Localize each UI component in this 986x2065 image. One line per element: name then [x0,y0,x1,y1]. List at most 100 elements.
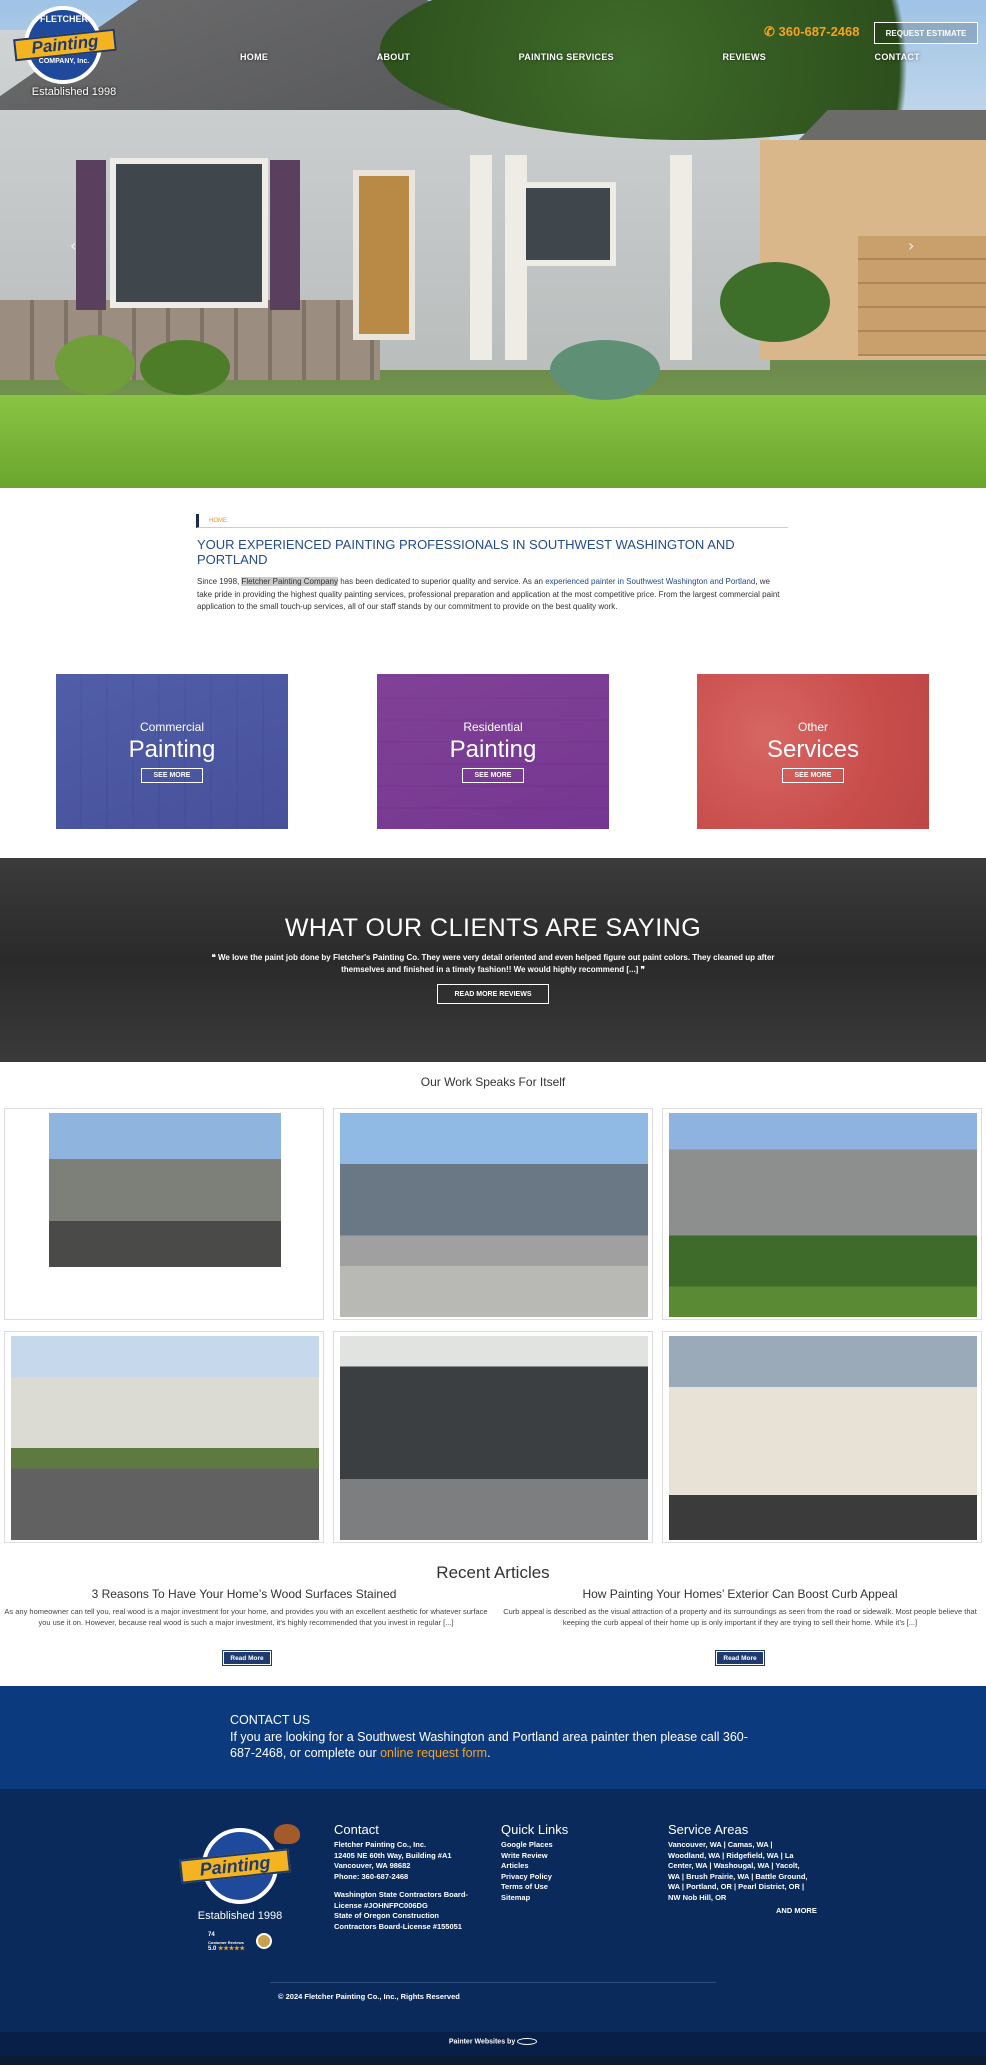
tile-title: Painting [449,736,537,763]
tile-title: Services [766,736,860,763]
slider-next-icon[interactable]: › [908,236,914,255]
gallery-card[interactable] [662,1108,982,1320]
nav-item-reviews[interactable]: REVIEWS [722,52,766,62]
copyright: © 2024 Fletcher Painting Co., Inc., Righ… [278,1992,460,2001]
service-area-line[interactable]: WA | Brush Prairie, WA | Battle Ground, [668,1872,828,1883]
gallery-photo-townhouses [11,1336,319,1540]
hero-column [470,155,492,360]
footer-service-areas: Vancouver, WA | Camas, WA | Woodland, WA… [668,1840,828,1903]
testimonials-heading: WHAT OUR CLIENTS ARE SAYING [284,914,702,942]
license-line: Contractors Board-License #155051 [334,1921,462,1931]
footer-link-articles[interactable]: Articles [501,1861,621,1872]
license-line: State of Oregon Construction [334,1911,439,1920]
hero-window [520,182,616,266]
contact-line: Vancouver, WA 98682 [334,1861,411,1870]
breadcrumb[interactable]: HOME [196,514,788,528]
footer-link-write-review[interactable]: Write Review [501,1851,621,1862]
license-line: License #JOHNFPC006DG [334,1900,428,1910]
service-area-line[interactable]: Center, WA | Washougal, WA | Yacolt, [668,1861,828,1872]
contact-line[interactable]: Phone: 360-687-2468 [334,1872,484,1883]
tile-label: Commercial [139,720,204,734]
service-tile-other[interactable]: Other Services SEE MORE [697,674,929,829]
gallery-heading: Our Work Speaks For Itself [420,1075,566,1089]
article-excerpt: Curb appeal is described as the visual a… [503,1607,977,1627]
gallery-card[interactable] [4,1331,324,1543]
powered-by[interactable]: Painter Websites by [0,2038,986,2045]
hero-shutter [270,160,300,310]
request-estimate-button[interactable]: REQUEST ESTIMATE [874,22,978,44]
see-more-button[interactable]: SEE MORE [140,768,204,783]
footer-contact-heading: Contact [334,1822,379,1837]
tile-label: Residential [463,720,523,734]
main-nav: HOME ABOUT PAINTING SERVICES REVIEWS CON… [240,52,920,62]
gallery-photo-house-garage [340,1113,648,1317]
footer-quick-links: Google Places Write Review Articles Priv… [501,1840,621,1903]
hero-window [110,158,268,308]
footer-link-privacy-policy[interactable]: Privacy Policy [501,1872,621,1883]
hero-bush [55,335,135,395]
hero-bush [140,340,230,395]
read-more-button[interactable]: Read More [222,1650,272,1666]
footer-logo[interactable]: Painting [179,1824,300,1918]
nav-item-painting-services[interactable]: PAINTING SERVICES [519,52,614,62]
footer [0,1789,986,2041]
footer-link-google-places[interactable]: Google Places [501,1840,621,1851]
kiwi-bird-icon [274,1824,300,1844]
nav-item-about[interactable]: ABOUT [377,52,411,62]
gallery-card[interactable] [662,1331,982,1543]
hero-lawn [0,395,986,488]
service-area-line[interactable]: NW Nob Hill, OR [668,1893,828,1904]
header-phone[interactable]: ✆ 360-687-2468 [764,24,860,40]
online-request-link[interactable]: online request form [380,1746,487,1760]
gallery-card[interactable] [333,1108,653,1320]
contact-line: 12405 NE 60th Way, Building #A1 [334,1850,452,1860]
logo-bottom-text: COMPANY, Inc. [38,58,90,65]
service-tile-residential[interactable]: Residential Painting SEE MORE [377,674,609,829]
hero-banner: ‹ › [0,0,986,488]
footer-divider [270,1982,716,1983]
footer-contact-info: Fletcher Painting Co., Inc. 12405 NE 60t… [334,1840,484,1932]
gallery-photo-commercial-building [49,1113,281,1267]
article-excerpt: As any homeowner can tell you, real wood… [4,1607,488,1627]
hero-column [670,155,692,360]
reviews-widget[interactable]: 74 Customer Reviews 5.0 ★★★★★ [208,1932,248,1953]
article-title[interactable]: 3 Reasons To Have Your Home’s Wood Surfa… [4,1587,484,1601]
gallery-card[interactable] [333,1331,653,1543]
article-title[interactable]: How Painting Your Homes’ Exterior Can Bo… [500,1587,980,1601]
intro-link[interactable]: experienced painter in Southwest Washing… [545,577,755,586]
review-score: 5.0 [208,1946,217,1952]
footer-quick-links-heading: Quick Links [501,1822,569,1837]
read-more-reviews-button[interactable]: READ MORE REVIEWS [437,984,549,1004]
gallery-photo-porch-house [669,1113,977,1317]
tile-label: Other [797,720,828,734]
contact-line: Fletcher Painting Co., Inc. [334,1840,427,1849]
nav-item-home[interactable]: HOME [240,52,268,62]
slider-prev-icon[interactable]: ‹ [70,236,76,255]
service-tile-commercial[interactable]: Commercial Painting SEE MORE [56,674,288,829]
see-more-button[interactable]: SEE MORE [461,768,525,783]
footer-link-sitemap[interactable]: Sitemap [501,1893,621,1904]
company-logo[interactable]: FLETCHER Painting COMPANY, Inc. Establis… [13,6,118,98]
phone-icon: ✆ [764,24,775,39]
painter-websites-logo-icon [517,2038,538,2045]
articles-heading: Recent Articles [436,1563,550,1582]
logo-top-text: FLETCHER [40,14,88,24]
gallery-card[interactable] [4,1108,324,1320]
service-area-line[interactable]: WA | Portland, OR | Pearl District, OR | [668,1882,828,1893]
read-more-button[interactable]: Read More [715,1650,765,1666]
hero-front-door [353,170,415,340]
footer-established: Established 1998 [197,1910,283,1922]
service-area-line[interactable]: Vancouver, WA | Camas, WA | [668,1840,828,1851]
phone-number: 360-687-2468 [778,24,860,39]
nav-item-contact[interactable]: CONTACT [875,52,920,62]
intro-paragraph: Since 1998, Fletcher Painting Company ha… [197,576,783,614]
contact-end: . [487,1746,491,1760]
footer-link-terms[interactable]: Terms of Use [501,1882,621,1893]
intro-text: has been dedicated to superior quality a… [337,577,546,586]
review-label: Customer Reviews [208,1940,244,1945]
service-areas-more-link[interactable]: AND MORE [776,1906,817,1917]
service-area-line[interactable]: Woodland, WA | Ridgefield, WA | La [668,1851,828,1862]
see-more-button[interactable]: SEE MORE [781,768,845,783]
quote-close-icon: ❞ [638,965,645,974]
contact-text: If you are looking for a Southwest Washi… [230,1729,760,1761]
